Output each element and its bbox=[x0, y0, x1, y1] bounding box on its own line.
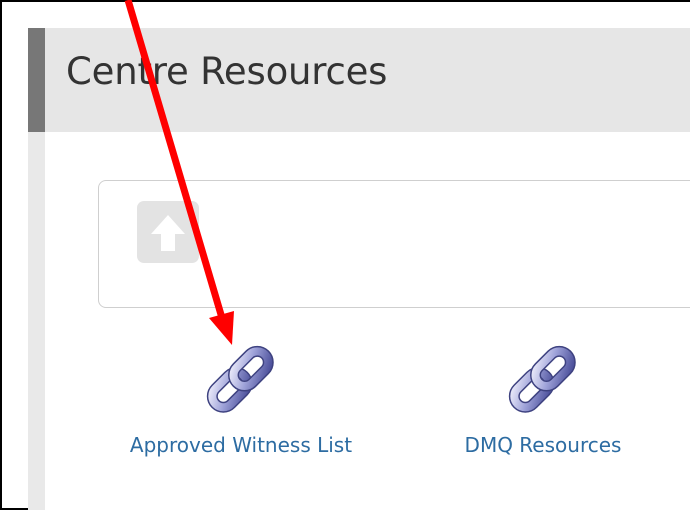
panel-title: Centre Resources bbox=[66, 50, 388, 93]
resource-approved-witness-list[interactable]: Approved Witness List bbox=[110, 335, 372, 457]
resource-dmq-resources[interactable]: DMQ Resources bbox=[443, 335, 643, 457]
chain-link-icon bbox=[206, 345, 274, 413]
resource-label[interactable]: DMQ Resources bbox=[443, 433, 643, 457]
resource-label[interactable]: Approved Witness List bbox=[110, 433, 372, 457]
panel-accent-bar bbox=[28, 28, 45, 132]
up-arrow-icon bbox=[151, 215, 185, 251]
up-folder-button[interactable] bbox=[137, 201, 199, 263]
chain-link-icon bbox=[508, 345, 576, 413]
